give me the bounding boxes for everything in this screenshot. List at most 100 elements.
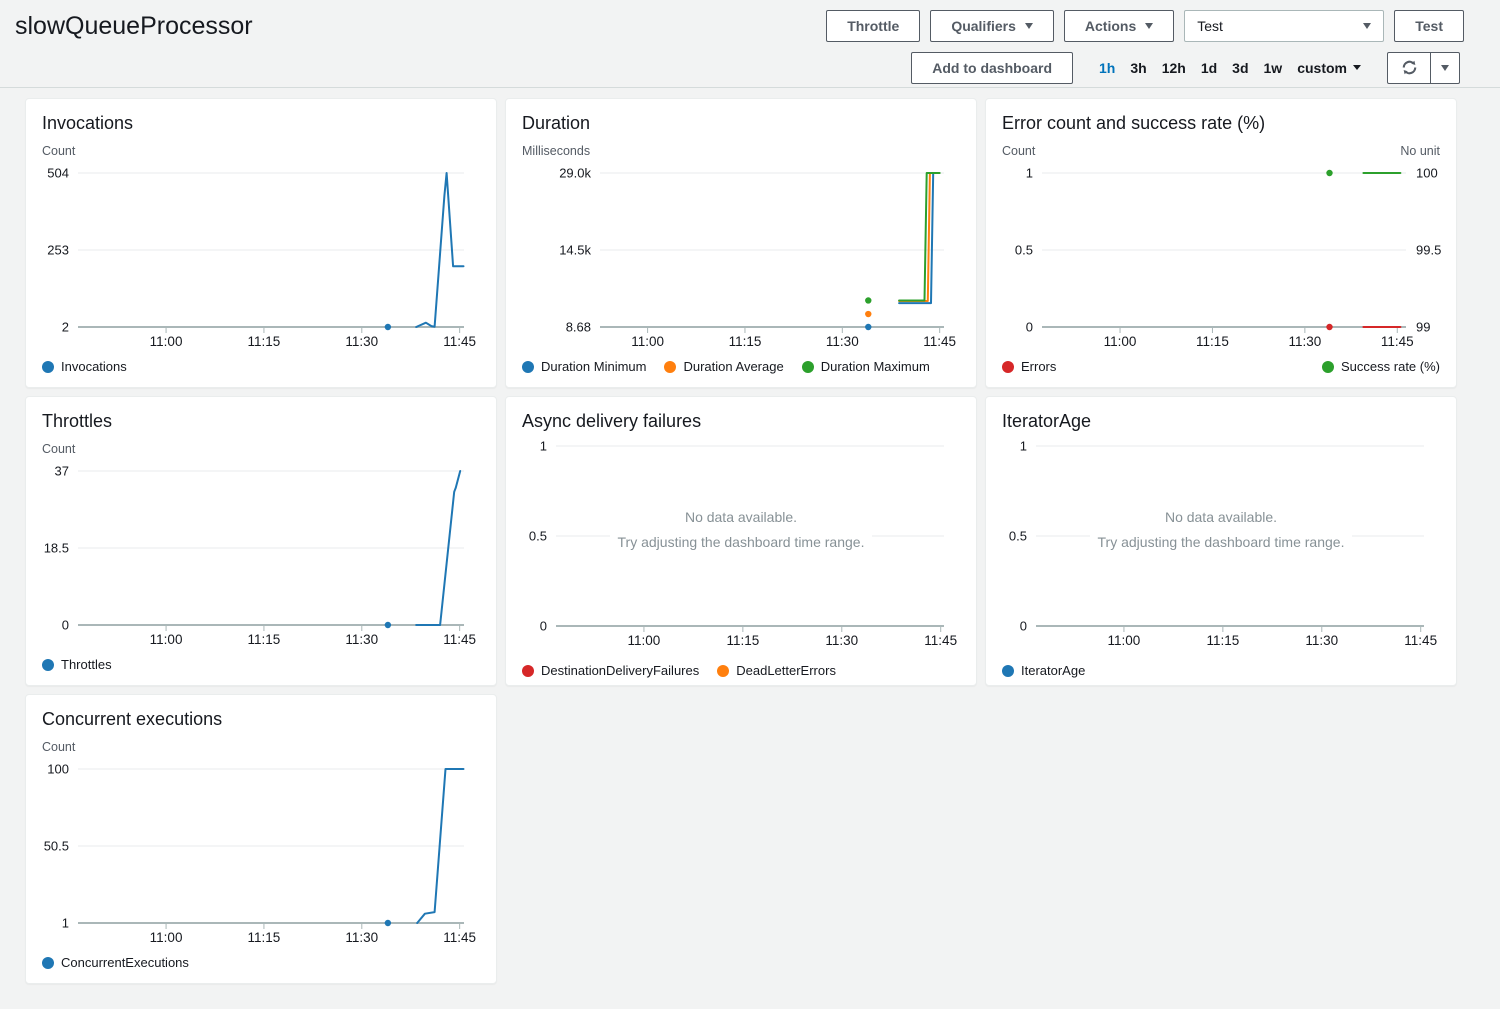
legend-item: Duration Minimum xyxy=(522,359,646,374)
chart-panel-throttles: Throttles Count 3718.5011:0011:1511:3011… xyxy=(25,396,497,686)
error-success-chart[interactable]: 10.5010099.59911:0011:1511:3011:45 xyxy=(1002,160,1442,355)
refresh-options-button[interactable] xyxy=(1430,52,1460,84)
data-point xyxy=(1326,170,1332,176)
chart-title: Async delivery failures xyxy=(522,411,960,432)
chart-panel-iterator-age: IteratorAge 10.5011:0011:1511:3011:45 No… xyxy=(985,396,1457,686)
data-point xyxy=(385,920,391,926)
legend-label: Throttles xyxy=(61,657,112,672)
time-range-1d[interactable]: 1d xyxy=(1201,60,1217,76)
duration-chart[interactable]: 29.0k14.5k8.68 11:0011:1511:3011:45 xyxy=(522,160,962,355)
svg-text:11:15: 11:15 xyxy=(248,930,281,945)
time-range-3d[interactable]: 3d xyxy=(1232,60,1248,76)
legend-label: Duration Average xyxy=(683,359,783,374)
actions-button-label: Actions xyxy=(1085,18,1136,34)
legend-label: Invocations xyxy=(61,359,127,374)
gridlines xyxy=(78,769,464,923)
chart-legend: Invocations xyxy=(42,359,480,374)
time-range-1h[interactable]: 1h xyxy=(1099,60,1115,76)
svg-text:11:15: 11:15 xyxy=(248,334,281,349)
legend-swatch xyxy=(42,659,54,671)
legend-item: DeadLetterErrors xyxy=(717,663,836,678)
test-event-select[interactable]: Test xyxy=(1184,10,1384,42)
refresh-split-button xyxy=(1387,52,1460,84)
svg-text:0: 0 xyxy=(540,619,547,634)
y-axis-unit-label: Count xyxy=(42,144,75,158)
chart-panel-invocations: Invocations Count 504253211:0011:1511:30… xyxy=(25,98,497,388)
svg-text:11:00: 11:00 xyxy=(150,334,183,349)
test-button-label: Test xyxy=(1415,18,1443,34)
legend-swatch xyxy=(42,361,54,373)
legend-swatch xyxy=(717,665,729,677)
refresh-button[interactable] xyxy=(1387,52,1431,84)
data-point xyxy=(865,311,871,317)
gridlines xyxy=(600,173,944,327)
time-range-1w[interactable]: 1w xyxy=(1264,60,1283,76)
chevron-down-icon xyxy=(1353,65,1361,70)
legend-swatch xyxy=(1322,361,1334,373)
svg-text:11:30: 11:30 xyxy=(345,632,378,647)
time-range-12h[interactable]: 12h xyxy=(1162,60,1186,76)
actions-button[interactable]: Actions xyxy=(1064,10,1174,42)
chevron-down-icon xyxy=(1025,23,1033,29)
legend-item: DestinationDeliveryFailures xyxy=(522,663,699,678)
svg-text:11:15: 11:15 xyxy=(248,632,281,647)
legend-label: Errors xyxy=(1021,359,1056,374)
legend-label: Success rate (%) xyxy=(1341,359,1440,374)
svg-text:11:45: 11:45 xyxy=(923,334,956,349)
add-to-dashboard-button[interactable]: Add to dashboard xyxy=(911,52,1073,84)
data-point xyxy=(865,324,871,330)
data-point xyxy=(865,297,871,303)
chart-panel-concurrent-executions: Concurrent executions Count 10050.5111:0… xyxy=(25,694,497,984)
series xyxy=(385,769,464,926)
gridlines xyxy=(1042,173,1406,327)
x-axis-labels: 11:0011:1511:3011:45 xyxy=(631,328,956,349)
data-point xyxy=(385,324,391,330)
legend-label: DeadLetterErrors xyxy=(736,663,836,678)
svg-text:11:00: 11:00 xyxy=(150,632,183,647)
svg-text:0: 0 xyxy=(1026,320,1033,335)
svg-text:11:30: 11:30 xyxy=(1305,633,1338,648)
chevron-down-icon xyxy=(1441,65,1449,71)
test-button[interactable]: Test xyxy=(1394,10,1464,42)
svg-text:11:15: 11:15 xyxy=(1206,633,1239,648)
chart-title: IteratorAge xyxy=(1002,411,1440,432)
no-data-message: No data available. Try adjusting the das… xyxy=(522,505,960,555)
chart-legend: Throttles xyxy=(42,657,480,672)
right-axis-labels: 10099.599 xyxy=(1416,166,1441,335)
svg-text:11:45: 11:45 xyxy=(443,930,476,945)
charts-grid: Invocations Count 504253211:0011:1511:30… xyxy=(25,98,1500,984)
svg-text:100: 100 xyxy=(47,762,69,777)
y-axis-labels: 10050.51 xyxy=(44,762,69,931)
custom-range-label: custom xyxy=(1297,60,1347,76)
chart-title: Invocations xyxy=(42,113,480,134)
chart-panel-async-delivery-failures: Async delivery failures 10.5011:0011:151… xyxy=(505,396,977,686)
legend-swatch xyxy=(522,361,534,373)
throttles-chart[interactable]: 3718.5011:0011:1511:3011:45 xyxy=(42,458,482,653)
y-axis-unit-label: Count xyxy=(42,442,75,456)
time-range-3h[interactable]: 3h xyxy=(1130,60,1146,76)
legend-item: Invocations xyxy=(42,359,127,374)
chart-legend: Errors Success rate (%) xyxy=(1002,359,1440,374)
custom-range-link[interactable]: custom xyxy=(1297,60,1361,76)
x-axis-labels: 11:0011:1511:3011:45 xyxy=(150,924,476,945)
legend-item: Errors xyxy=(1002,359,1056,374)
throttle-button[interactable]: Throttle xyxy=(826,10,920,42)
qualifiers-button[interactable]: Qualifiers xyxy=(930,10,1054,42)
svg-text:11:15: 11:15 xyxy=(729,334,762,349)
svg-text:11:45: 11:45 xyxy=(443,632,476,647)
svg-text:11:30: 11:30 xyxy=(345,930,378,945)
concurrent-executions-chart[interactable]: 10050.5111:0011:1511:3011:45 xyxy=(42,756,482,951)
svg-text:11:00: 11:00 xyxy=(1108,633,1141,648)
svg-text:37: 37 xyxy=(55,464,69,479)
legend-label: ConcurrentExecutions xyxy=(61,955,189,970)
svg-text:504: 504 xyxy=(47,166,69,181)
invocations-chart[interactable]: 504253211:0011:1511:3011:45 xyxy=(42,160,482,355)
no-data-line1: No data available. xyxy=(677,509,805,525)
legend-label: IteratorAge xyxy=(1021,663,1085,678)
y-axis-labels: 29.0k14.5k8.68 xyxy=(559,166,591,335)
test-event-select-value: Test xyxy=(1197,18,1223,34)
svg-text:11:30: 11:30 xyxy=(345,334,378,349)
chart-legend: Duration MinimumDuration AverageDuration… xyxy=(522,359,960,374)
svg-text:253: 253 xyxy=(47,243,69,258)
chart-title: Concurrent executions xyxy=(42,709,480,730)
